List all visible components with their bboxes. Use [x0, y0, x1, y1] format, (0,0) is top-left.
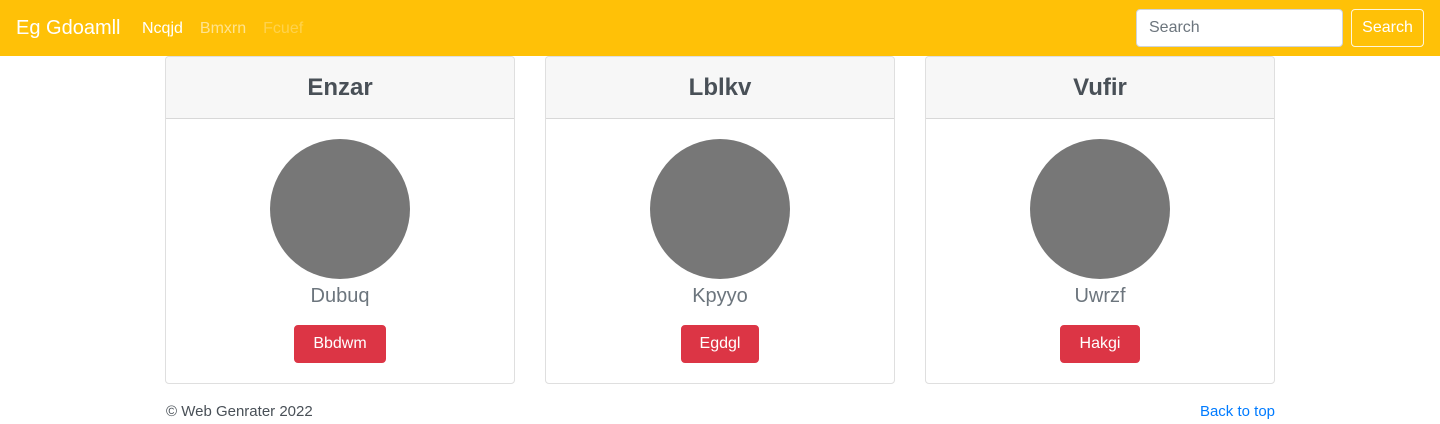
search-input[interactable] [1136, 9, 1343, 47]
card-text: Uwrzf [1074, 285, 1126, 307]
card-action-button[interactable]: Hakgi » [1060, 325, 1140, 383]
footer-copyright: © Web Genrater 2022 [166, 403, 313, 420]
card-vufir: Vufir Uwrzf Hakgi » [925, 56, 1275, 384]
nav-link-ncqjd[interactable]: Ncqjd [142, 19, 183, 39]
avatar-placeholder [1030, 139, 1170, 279]
avatar-placeholder [270, 139, 410, 279]
card-lblkv: Lblkv Kpyyo Egdgl » [545, 56, 895, 384]
nav-link-fcuef[interactable]: Fcuef [263, 19, 303, 39]
card-enzar: Enzar Dubuq Bbdwm » [165, 56, 515, 384]
navbar: Eg Gdoamll Ncqjd Bmxrn Fcuef Search [0, 0, 1440, 56]
card-action-button[interactable]: Bbdwm » [294, 325, 386, 383]
nav-links: Ncqjd Bmxrn Fcuef [142, 19, 303, 39]
card-title: Enzar [307, 73, 373, 101]
brand-logo[interactable]: Eg Gdoamll [16, 15, 121, 41]
card-header: Vufir [926, 57, 1274, 119]
card-text: Dubuq [310, 285, 370, 307]
card-title: Lblkv [688, 73, 752, 101]
card-header: Enzar [166, 57, 514, 119]
back-to-top-link[interactable]: Back to top [1200, 403, 1275, 420]
avatar-placeholder [650, 139, 790, 279]
card-title: Vufir [1073, 73, 1127, 101]
nav-link-bmxrn[interactable]: Bmxrn [200, 19, 246, 39]
card-text: Kpyyo [692, 285, 748, 307]
card-action-button[interactable]: Egdgl » [681, 325, 759, 383]
card-header: Lblkv [546, 57, 894, 119]
search-button[interactable]: Search [1351, 9, 1424, 47]
